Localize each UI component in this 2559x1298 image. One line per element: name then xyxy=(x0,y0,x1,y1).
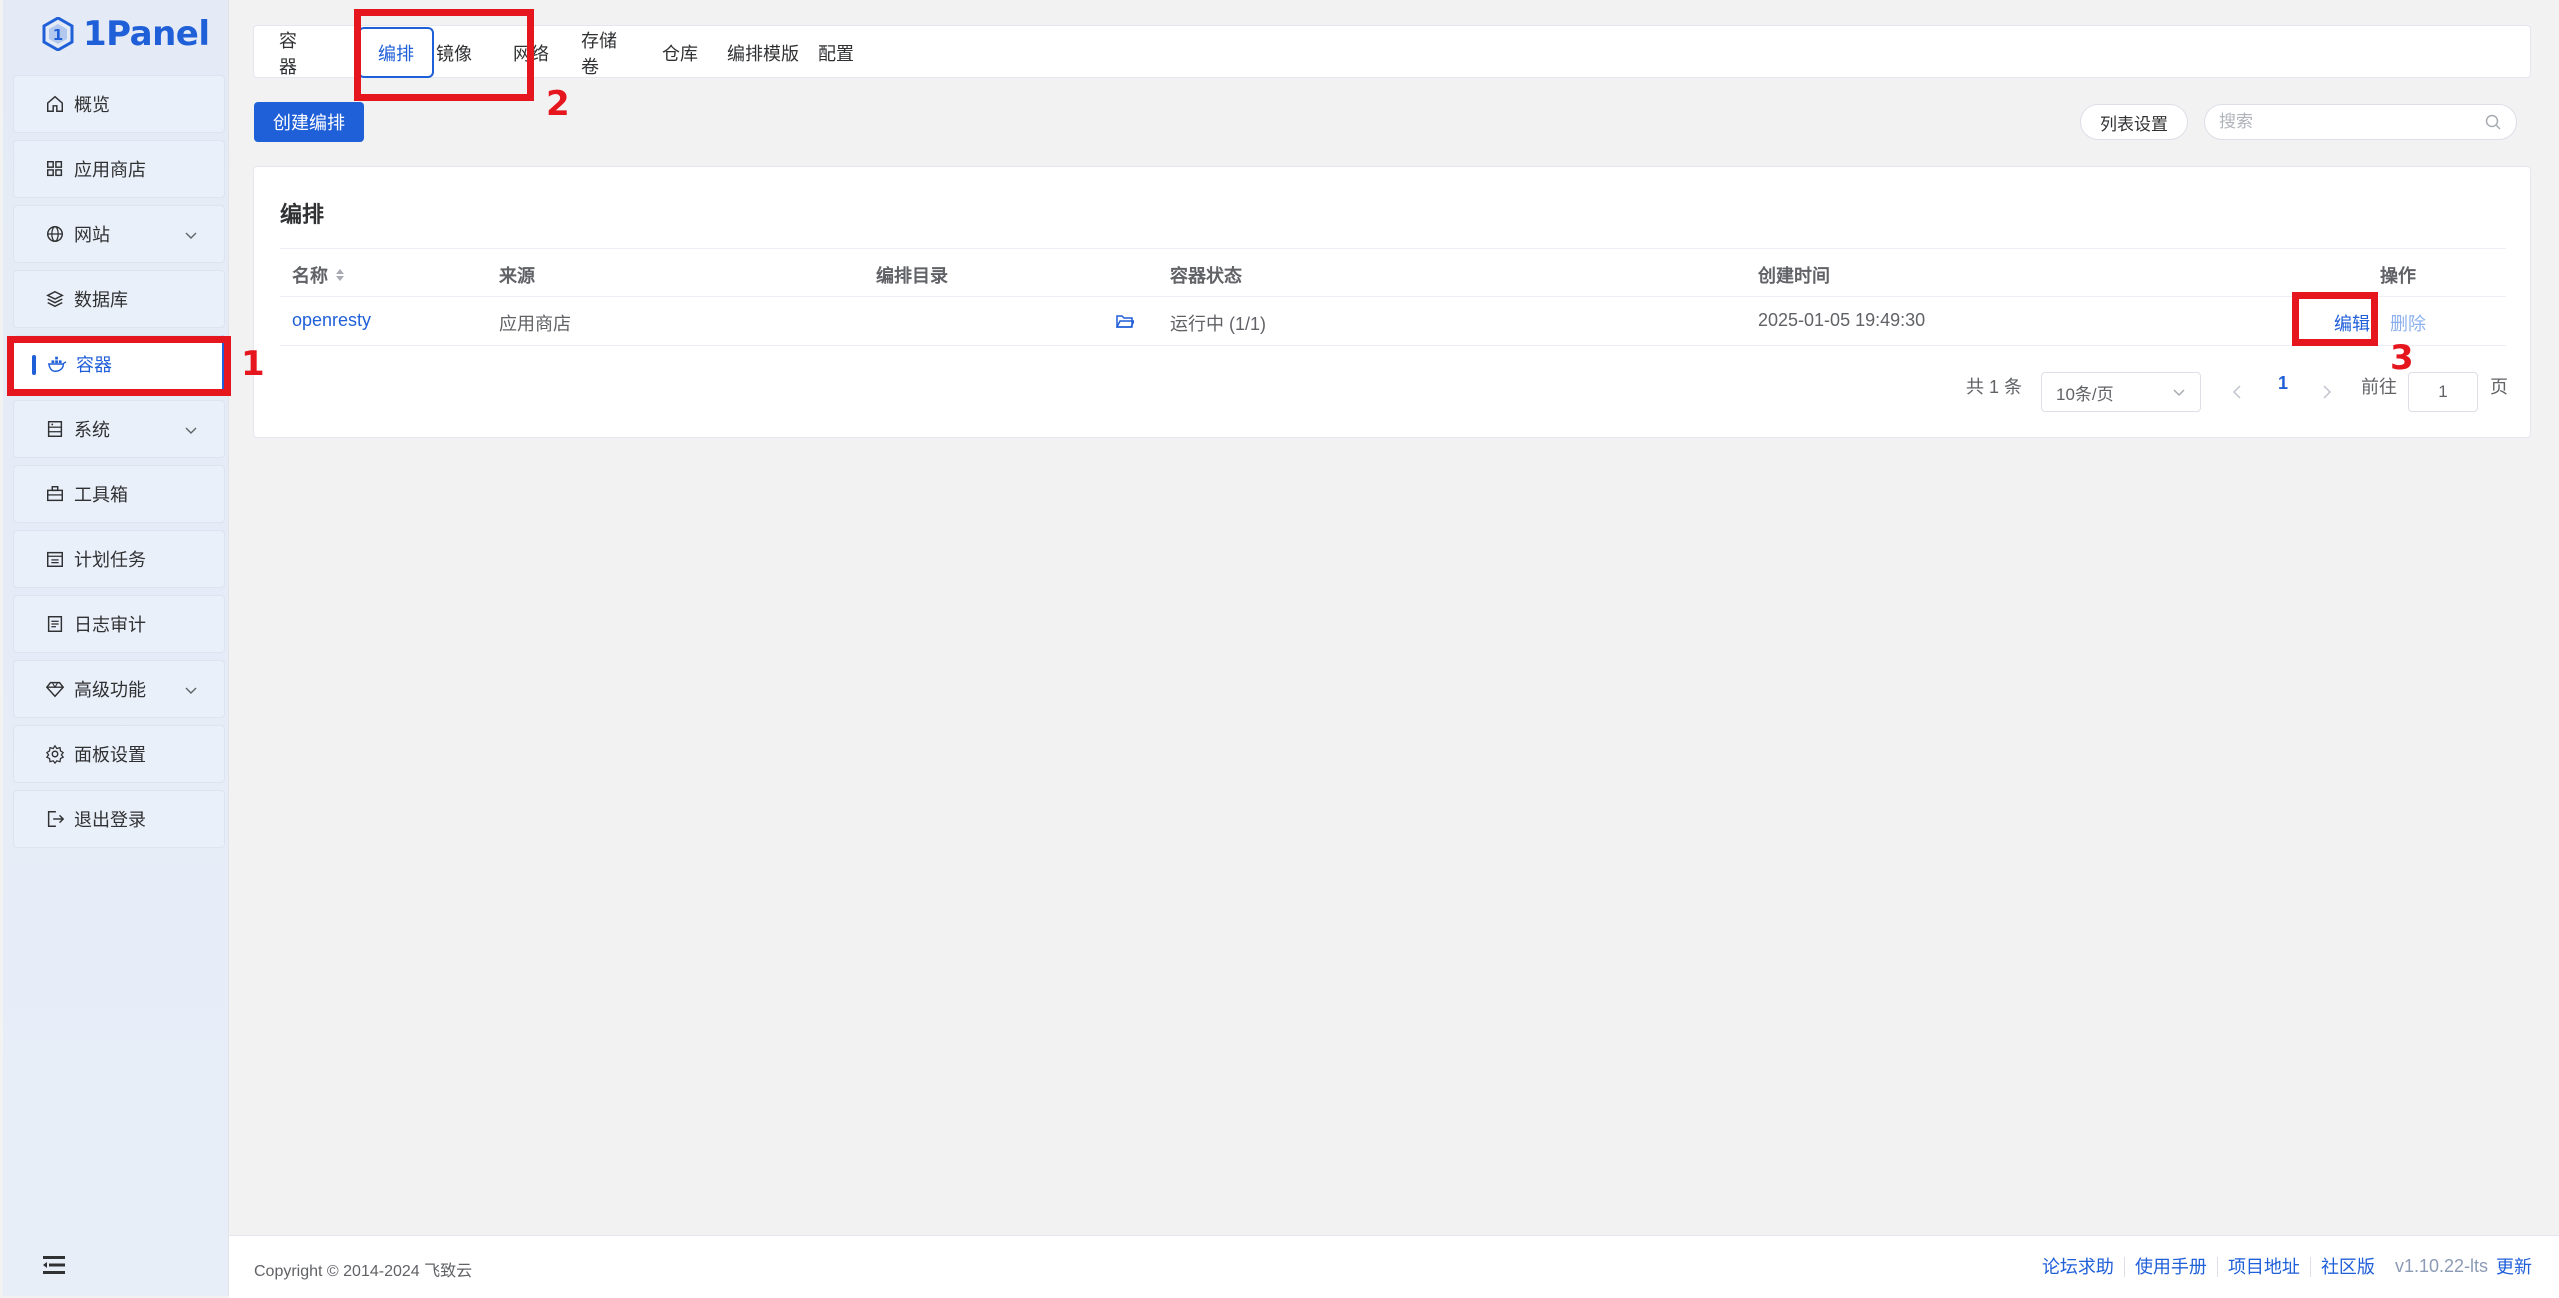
sidebar-item-label: 工具箱 xyxy=(74,485,128,505)
sidebar-item-计划任务[interactable]: 计划任务 xyxy=(13,530,225,588)
table-row: openresty 应用商店 运行中 (1/1) 2025-01-05 19:4… xyxy=(280,297,2506,346)
tab-存储卷[interactable]: 存储卷 xyxy=(581,31,633,77)
project-address-link[interactable]: 项目地址 xyxy=(2218,1256,2311,1277)
annotation-number-2: 2 xyxy=(546,84,570,124)
chevron-down-icon xyxy=(185,427,197,434)
sidebar-item-label: 系统 xyxy=(74,420,110,440)
column-header-dir: 编排目录 xyxy=(876,266,948,286)
sidebar-item-label: 日志审计 xyxy=(74,615,146,635)
annotation-number-1: 1 xyxy=(241,344,265,384)
current-page[interactable]: 1 xyxy=(2278,373,2288,394)
sidebar-item-label: 高级功能 xyxy=(74,680,146,700)
column-label: 名称 xyxy=(292,266,328,286)
sidebar-item-label: 退出登录 xyxy=(74,810,146,830)
forum-help-link[interactable]: 论坛求助 xyxy=(2032,1256,2125,1277)
column-header-name[interactable]: 名称 xyxy=(292,262,346,288)
chevron-down-icon xyxy=(185,687,197,694)
sidebar-item-工具箱[interactable]: 工具箱 xyxy=(13,465,225,523)
table-header: 名称 来源 编排目录 容器状态 创建时间 操作 xyxy=(280,248,2506,297)
search-box xyxy=(2204,104,2517,140)
container-tabs: 容器 编排 镜像 网络 存储卷 仓库 编排模版 配置 xyxy=(253,25,2531,78)
sidebar-item-label: 概览 xyxy=(74,95,110,115)
sidebar-item-label: 计划任务 xyxy=(74,550,146,570)
globe-icon xyxy=(44,223,66,245)
sidebar-item-概览[interactable]: 概览 xyxy=(13,75,225,133)
sidebar-item-label: 面板设置 xyxy=(74,745,146,765)
svg-text:1: 1 xyxy=(53,26,63,44)
sidebar-item-label: 网站 xyxy=(74,225,110,245)
logout-icon xyxy=(44,808,66,830)
prev-page-icon[interactable] xyxy=(2230,384,2244,400)
sidebar-menu: 概览 应用商店 网站 数据库 容器 系统 工具箱 计划任务 日志审计 高级功能 面板设置 退出登录 xyxy=(13,75,225,855)
next-page-icon[interactable] xyxy=(2320,384,2334,400)
apps-grid-icon xyxy=(44,158,66,180)
footer-links: 论坛求助 使用手册 项目地址 社区版 v1.10.22-lts 更新 xyxy=(2032,1256,2532,1277)
page-size-select[interactable]: 10条/页 xyxy=(2041,372,2201,412)
sidebar-item-退出登录[interactable]: 退出登录 xyxy=(13,790,225,848)
diamond-icon xyxy=(44,678,66,700)
calendar-icon xyxy=(44,548,66,570)
chevron-down-icon xyxy=(185,232,197,239)
brand-name: 1Panel xyxy=(83,14,210,54)
column-header-source: 来源 xyxy=(499,266,535,286)
sidebar: 1 1Panel 概览 应用商店 网站 数据库 容器 系统 工具箱 计划任务 日志审计 高级功能面… xyxy=(3,0,229,1296)
create-compose-button[interactable]: 创建编排 xyxy=(254,102,364,142)
sidebar-item-系统[interactable]: 系统 xyxy=(13,400,225,458)
sidebar-item-数据库[interactable]: 数据库 xyxy=(13,270,225,328)
column-header-actions: 操作 xyxy=(2380,266,2416,286)
chevron-down-icon xyxy=(2173,389,2185,397)
compose-source: 应用商店 xyxy=(499,314,571,334)
sidebar-item-高级功能[interactable]: 高级功能 xyxy=(13,660,225,718)
layers-icon xyxy=(44,288,66,310)
collapse-menu-icon[interactable] xyxy=(41,1254,67,1276)
version-text: v1.10.22-lts xyxy=(2394,1256,2488,1276)
column-header-created: 创建时间 xyxy=(1758,266,1830,286)
home-icon xyxy=(44,93,66,115)
copyright-text: Copyright © 2014-2024 飞致云 xyxy=(254,1263,473,1280)
sidebar-item-面板设置[interactable]: 面板设置 xyxy=(13,725,225,783)
logo: 1 1Panel xyxy=(41,14,210,54)
card-title: 编排 xyxy=(280,202,325,227)
footer: Copyright © 2014-2024 飞致云 论坛求助 使用手册 项目地址… xyxy=(229,1235,2559,1298)
page-suffix: 页 xyxy=(2490,377,2508,397)
sort-icon[interactable] xyxy=(334,267,346,283)
compose-name-link[interactable]: openresty xyxy=(292,310,371,331)
toolbox-icon xyxy=(44,483,66,505)
gear-icon xyxy=(44,743,66,765)
pagination-total: 共 1 条 xyxy=(1966,377,2023,397)
user-manual-link[interactable]: 使用手册 xyxy=(2125,1256,2218,1277)
page-size-value: 10条/页 xyxy=(2056,384,2114,404)
list-settings-button[interactable]: 列表设置 xyxy=(2080,104,2188,140)
sidebar-item-label: 应用商店 xyxy=(74,160,146,180)
community-edition-link[interactable]: 社区版 xyxy=(2311,1257,2385,1277)
sidebar-item-日志审计[interactable]: 日志审计 xyxy=(13,595,225,653)
tab-编排模版[interactable]: 编排模版 xyxy=(726,39,800,66)
delete-action[interactable]: 删除 xyxy=(2390,310,2426,336)
annotation-box-1 xyxy=(7,336,231,396)
sidebar-item-网站[interactable]: 网站 xyxy=(13,205,225,263)
log-document-icon xyxy=(44,613,66,635)
logo-hexagon-icon: 1 xyxy=(42,17,74,51)
search-input[interactable] xyxy=(2219,112,2484,132)
column-header-status: 容器状态 xyxy=(1170,266,1242,286)
update-link[interactable]: 更新 xyxy=(2496,1257,2532,1277)
search-icon[interactable] xyxy=(2484,113,2502,131)
compose-status: 运行中 (1/1) xyxy=(1170,314,1267,334)
tab-配置[interactable]: 配置 xyxy=(816,39,856,66)
annotation-box-2 xyxy=(354,9,534,101)
annotation-number-3: 3 xyxy=(2390,338,2414,378)
annotation-box-3 xyxy=(2292,292,2378,346)
sidebar-item-应用商店[interactable]: 应用商店 xyxy=(13,140,225,198)
folder-open-icon[interactable] xyxy=(1116,313,1134,329)
tab-容器[interactable]: 容器 xyxy=(279,31,307,77)
goto-page-input[interactable] xyxy=(2408,372,2478,412)
server-icon xyxy=(44,418,66,440)
tab-仓库[interactable]: 仓库 xyxy=(660,39,700,66)
sidebar-item-label: 数据库 xyxy=(74,290,128,310)
compose-card: 编排 名称 来源 编排目录 容器状态 创建时间 操作 openresty 应用商… xyxy=(253,166,2531,438)
compose-created-time: 2025-01-05 19:49:30 xyxy=(1758,310,1926,330)
